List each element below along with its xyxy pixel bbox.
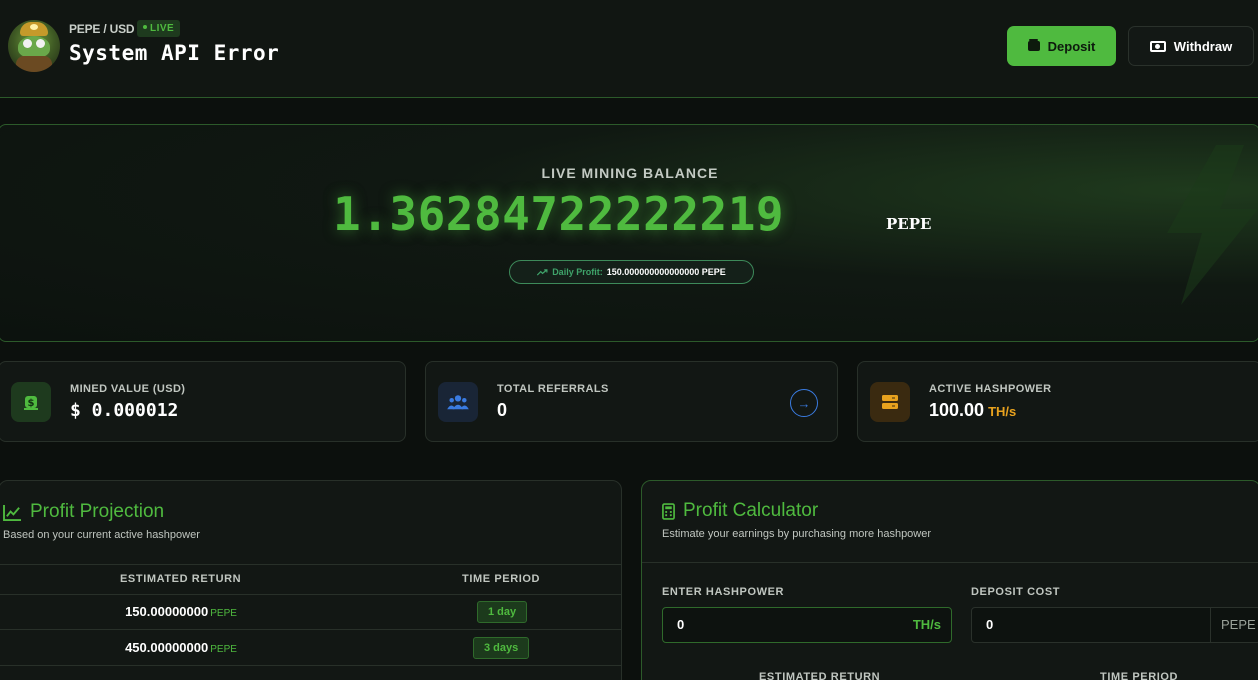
active-hashpower-value: 100.00 TH/s xyxy=(929,400,1016,421)
total-referrals-label: TOTAL REFERRALS xyxy=(497,383,609,395)
return-value: 450.00000000 xyxy=(125,640,209,655)
deposit-cost-label: DEPOSIT COST xyxy=(971,586,1061,598)
trading-pair-label: PEPE / USD xyxy=(69,22,135,36)
withdraw-button[interactable]: Withdraw xyxy=(1128,26,1254,66)
live-balance-panel: LIVE MINING BALANCE 1.36284722222219 PEP… xyxy=(0,124,1258,342)
calculator-title: Profit Calculator xyxy=(662,500,818,522)
deposit-cost-field[interactable]: 0 PEPE xyxy=(971,607,1258,643)
return-value: 150.00000000 xyxy=(125,604,209,619)
deposit-button-label: Deposit xyxy=(1047,38,1096,54)
withdraw-button-label: Withdraw xyxy=(1173,38,1233,54)
time-period-tag: 1 day xyxy=(477,601,528,623)
active-hashpower-card: ACTIVE HASHPOWER 100.00 TH/s xyxy=(857,361,1258,442)
svg-text:$: $ xyxy=(28,398,35,409)
estimated-return-cell: 450.00000000 PEPE xyxy=(0,630,363,666)
return-unit: PEPE xyxy=(210,608,237,619)
hashpower-input-label: ENTER HASHPOWER xyxy=(662,586,785,598)
total-referrals-value: 0 xyxy=(497,400,508,420)
balance-value: 1.36284722222219 xyxy=(333,187,785,241)
profit-projection-panel: Profit Projection Based on your current … xyxy=(0,480,622,680)
calculator-subtitle: Estimate your earnings by purchasing mor… xyxy=(662,528,932,540)
calculator-icon xyxy=(662,502,675,520)
table-row: 450.00000000 PEPE 3 days xyxy=(0,630,621,666)
daily-profit-label: Daily Profit: xyxy=(552,267,603,277)
server-icon xyxy=(870,382,910,422)
hashpower-number: 100.00 xyxy=(929,400,985,420)
calculator-col-return: ESTIMATED RETURN xyxy=(759,671,881,680)
trend-up-icon xyxy=(537,268,548,276)
time-period-tag: 3 days xyxy=(473,637,530,659)
active-hashpower-label: ACTIVE HASHPOWER xyxy=(929,383,1052,395)
return-unit: PEPE xyxy=(210,644,237,655)
hashpower-input-value: 0 xyxy=(677,617,685,632)
balance-label: LIVE MINING BALANCE xyxy=(541,165,719,181)
projection-col-period: TIME PERIOD xyxy=(462,573,541,585)
live-dot-icon xyxy=(143,25,147,30)
calculator-divider xyxy=(642,562,1258,563)
chart-line-icon xyxy=(3,504,21,521)
pepe-miner-avatar xyxy=(8,20,60,72)
calculator-title-text: Profit Calculator xyxy=(683,500,819,521)
projection-divider xyxy=(0,564,621,565)
mined-value-label: MINED VALUE (USD) xyxy=(70,383,186,395)
estimated-return-cell: 150.00000000 PEPE xyxy=(0,594,363,630)
projection-col-return: ESTIMATED RETURN xyxy=(120,573,242,585)
table-row: 150.00000000 PEPE 1 day xyxy=(0,594,621,630)
total-referrals-card: TOTAL REFERRALS 0 → xyxy=(425,361,838,442)
live-status-badge: LIVE xyxy=(137,20,181,37)
hashpower-input-unit: TH/s xyxy=(912,617,941,632)
profit-calculator-panel: Profit Calculator Estimate your earnings… xyxy=(641,480,1258,680)
deposit-cost-unit: PEPE xyxy=(1210,608,1256,642)
daily-profit-pill: Daily Profit: 150.000000000000000 PEPE xyxy=(509,260,754,284)
arrow-right-icon: → xyxy=(797,395,811,411)
calculator-col-period: TIME PERIOD xyxy=(1100,671,1179,680)
money-bag-icon: $ xyxy=(11,382,51,422)
referrals-arrow-button[interactable]: → xyxy=(790,389,818,417)
users-icon xyxy=(438,382,478,422)
mined-value-amount: $ 0.000012 xyxy=(70,400,179,421)
projection-title-text: Profit Projection xyxy=(30,501,165,522)
top-header: PEPE / USD LIVE System API Error Deposit… xyxy=(0,0,1258,98)
balance-unit: PEPE xyxy=(886,215,932,233)
page-title: System API Error xyxy=(69,41,280,65)
projection-title: Profit Projection xyxy=(3,501,164,523)
deposit-cost-value: 0 xyxy=(986,617,994,632)
wallet-icon xyxy=(1027,39,1040,51)
hashpower-unit: TH/s xyxy=(988,404,1017,419)
cash-icon xyxy=(1149,40,1166,52)
projection-subtitle: Based on your current active hashpower xyxy=(3,529,200,541)
hashpower-input[interactable]: 0 TH/s xyxy=(662,607,952,643)
mined-value-card: $ MINED VALUE (USD) $ 0.000012 xyxy=(0,361,406,442)
live-badge-text: LIVE xyxy=(150,23,175,34)
deposit-button[interactable]: Deposit xyxy=(1007,26,1116,66)
daily-profit-value: 150.000000000000000 PEPE xyxy=(606,267,726,277)
